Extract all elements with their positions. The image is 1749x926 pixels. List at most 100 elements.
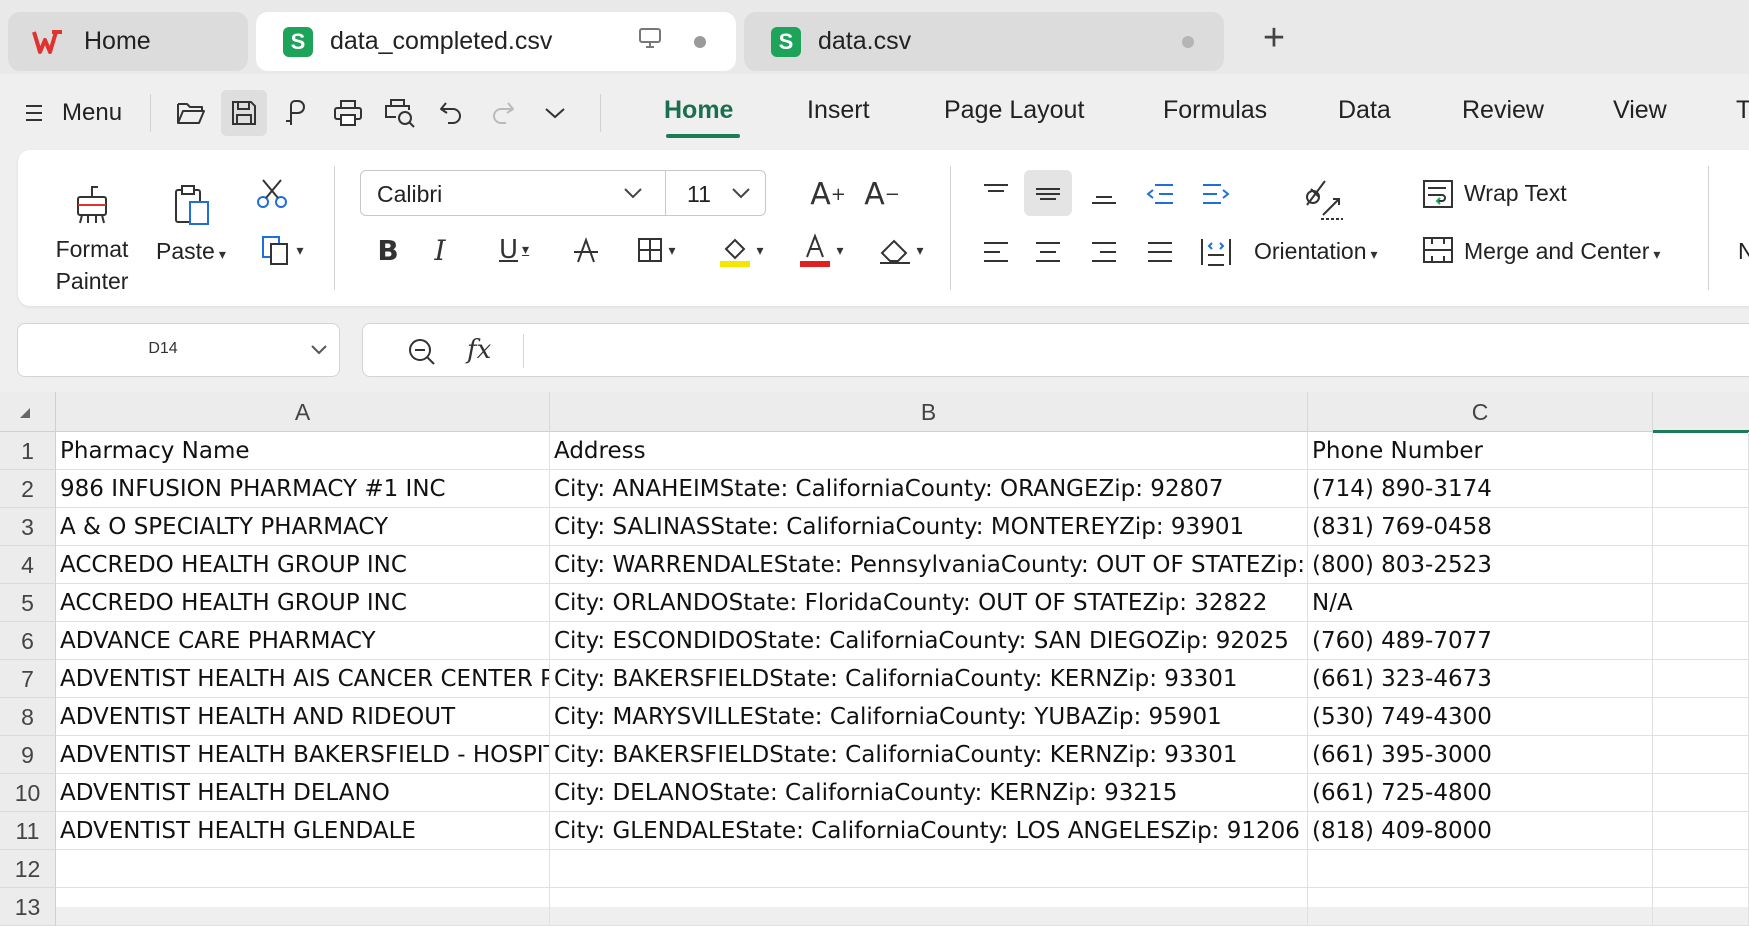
- font-size-input[interactable]: 11: [687, 181, 711, 208]
- align-center-icon[interactable]: [1026, 230, 1070, 274]
- row-header[interactable]: 8: [0, 698, 56, 736]
- table-cell[interactable]: (760) 489-7077: [1308, 622, 1653, 660]
- unsaved-dot-icon[interactable]: [1182, 35, 1194, 48]
- table-cell[interactable]: A & O SPECIALTY PHARMACY: [56, 508, 550, 546]
- row-header[interactable]: 12: [0, 850, 56, 888]
- chevron-down-icon[interactable]: [623, 187, 643, 199]
- wrap-text-icon[interactable]: [1420, 174, 1456, 214]
- table-cell[interactable]: [1308, 850, 1653, 888]
- table-cell[interactable]: (831) 769-0458: [1308, 508, 1653, 546]
- table-cell[interactable]: ADVENTIST HEALTH BAKERSFIELD - HOSPITAL: [56, 736, 550, 774]
- table-cell[interactable]: ADVENTIST HEALTH AIS CANCER CENTER PHARM…: [56, 660, 550, 698]
- table-cell[interactable]: [1653, 622, 1749, 660]
- tab-ribbon-home[interactable]: Home: [664, 96, 733, 125]
- fill-color-button[interactable]: ▾: [706, 228, 776, 272]
- table-cell[interactable]: City: ANAHEIMState: CaliforniaCounty: OR…: [550, 470, 1308, 508]
- table-cell[interactable]: (818) 409-8000: [1308, 812, 1653, 850]
- table-cell[interactable]: [1653, 546, 1749, 584]
- wrap-text-label[interactable]: Wrap Text: [1464, 180, 1567, 207]
- column-header-b[interactable]: B: [550, 392, 1308, 432]
- table-cell[interactable]: City: ORLANDOState: FloridaCounty: OUT O…: [550, 584, 1308, 622]
- merge-center-icon[interactable]: [1420, 230, 1456, 270]
- tab-ribbon-review[interactable]: Review: [1462, 96, 1544, 125]
- table-cell[interactable]: City: DELANOState: CaliforniaCounty: KER…: [550, 774, 1308, 812]
- increase-indent-icon[interactable]: [1194, 172, 1238, 216]
- font-color-button[interactable]: ▾: [786, 228, 856, 272]
- tab-ribbon-data[interactable]: Data: [1338, 96, 1391, 125]
- table-cell[interactable]: [1653, 736, 1749, 774]
- table-cell[interactable]: [1653, 888, 1749, 926]
- table-cell[interactable]: City: ESCONDIDOState: CaliforniaCounty: …: [550, 622, 1308, 660]
- table-cell[interactable]: [550, 888, 1308, 926]
- row-header[interactable]: 1: [0, 432, 56, 470]
- chevron-down-icon[interactable]: [532, 90, 578, 136]
- table-cell[interactable]: (714) 890-3174: [1308, 470, 1653, 508]
- font-name-input[interactable]: Calibri: [377, 181, 442, 208]
- table-cell[interactable]: ADVENTIST HEALTH DELANO: [56, 774, 550, 812]
- table-cell[interactable]: [56, 850, 550, 888]
- table-cell[interactable]: (661) 395-3000: [1308, 736, 1653, 774]
- row-header[interactable]: 2: [0, 470, 56, 508]
- table-cell[interactable]: Address: [550, 432, 1308, 470]
- table-cell[interactable]: ACCREDO HEALTH GROUP INC: [56, 546, 550, 584]
- borders-button[interactable]: ▾: [626, 228, 686, 272]
- decrease-indent-icon[interactable]: [1138, 172, 1182, 216]
- open-folder-icon[interactable]: [168, 90, 214, 136]
- table-cell[interactable]: [1653, 850, 1749, 888]
- chevron-down-icon[interactable]: [310, 344, 328, 356]
- row-header[interactable]: 5: [0, 584, 56, 622]
- row-header[interactable]: 9: [0, 736, 56, 774]
- table-cell[interactable]: City: WARRENDALEState: PennsylvaniaCount…: [550, 546, 1308, 584]
- table-cell[interactable]: (530) 749-4300: [1308, 698, 1653, 736]
- align-right-icon[interactable]: [1082, 230, 1126, 274]
- table-cell[interactable]: [1653, 584, 1749, 622]
- format-painter-label-2[interactable]: Painter: [50, 268, 134, 295]
- table-cell[interactable]: [1653, 508, 1749, 546]
- table-cell[interactable]: Pharmacy Name: [56, 432, 550, 470]
- zoom-out-icon[interactable]: [407, 337, 437, 367]
- tab-data-completed[interactable]: S data_completed.csv: [256, 12, 736, 71]
- decrease-font-size-icon[interactable]: A −: [862, 172, 902, 216]
- align-top-icon[interactable]: [974, 172, 1018, 216]
- table-cell[interactable]: City: BAKERSFIELDState: CaliforniaCounty…: [550, 736, 1308, 774]
- monitor-icon[interactable]: [638, 27, 662, 56]
- clear-format-button[interactable]: ▾: [866, 228, 936, 272]
- row-header[interactable]: 13: [0, 888, 56, 926]
- justify-icon[interactable]: [1138, 230, 1182, 274]
- menu-button[interactable]: Menu: [24, 94, 122, 132]
- table-cell[interactable]: [56, 888, 550, 926]
- select-all-button[interactable]: [0, 392, 56, 432]
- table-cell[interactable]: ADVANCE CARE PHARMACY: [56, 622, 550, 660]
- table-cell[interactable]: (800) 803-2523: [1308, 546, 1653, 584]
- new-tab-button[interactable]: +: [1256, 19, 1292, 58]
- unsaved-dot-icon[interactable]: [694, 35, 706, 48]
- align-middle-icon[interactable]: [1026, 172, 1070, 216]
- bold-icon[interactable]: B: [370, 228, 406, 272]
- export-pdf-icon[interactable]: [274, 90, 320, 136]
- row-header[interactable]: 4: [0, 546, 56, 584]
- column-header-a[interactable]: A: [56, 392, 550, 432]
- tab-data[interactable]: S data.csv: [744, 12, 1224, 71]
- table-cell[interactable]: City: SALINASState: CaliforniaCounty: MO…: [550, 508, 1308, 546]
- undo-icon[interactable]: [428, 90, 474, 136]
- increase-font-size-icon[interactable]: A +: [808, 172, 848, 216]
- table-cell[interactable]: [1653, 660, 1749, 698]
- table-cell[interactable]: [1308, 888, 1653, 926]
- cut-icon[interactable]: [252, 174, 292, 214]
- tab-ribbon-formulas[interactable]: Formulas: [1163, 96, 1267, 125]
- tab-home[interactable]: Home: [8, 12, 248, 71]
- table-cell[interactable]: ADVENTIST HEALTH AND RIDEOUT: [56, 698, 550, 736]
- tab-ribbon-view[interactable]: View: [1613, 96, 1667, 125]
- orientation-icon[interactable]: [1296, 174, 1348, 222]
- paste-icon[interactable]: [168, 180, 216, 228]
- print-preview-icon[interactable]: [377, 90, 423, 136]
- strikethrough-icon[interactable]: [566, 228, 606, 272]
- table-cell[interactable]: [1653, 774, 1749, 812]
- row-header[interactable]: 11: [0, 812, 56, 850]
- table-cell[interactable]: [1653, 698, 1749, 736]
- table-cell[interactable]: [550, 850, 1308, 888]
- merge-center-button[interactable]: Merge and Center ▾: [1464, 238, 1660, 265]
- table-cell[interactable]: (661) 323-4673: [1308, 660, 1653, 698]
- save-icon[interactable]: [221, 90, 267, 136]
- tab-ribbon-more[interactable]: T: [1736, 96, 1749, 125]
